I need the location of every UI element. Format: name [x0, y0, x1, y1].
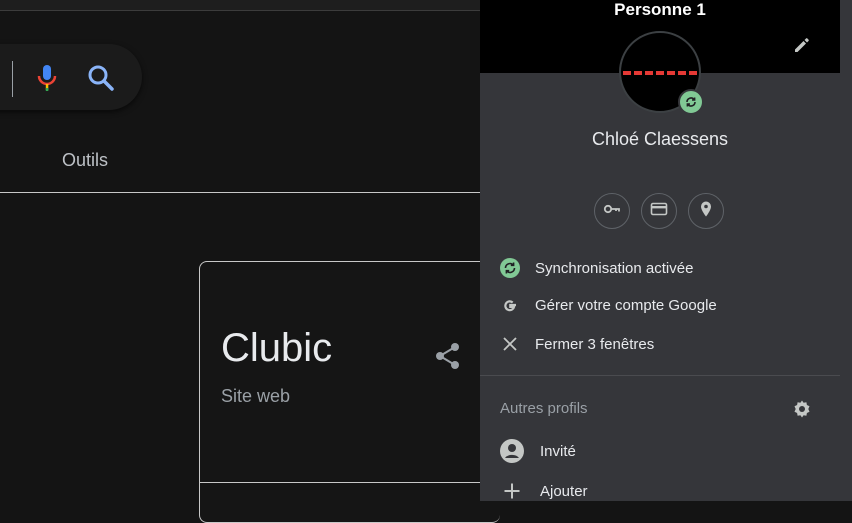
avatar-placeholder-line: [623, 71, 699, 75]
credit-card-icon: [650, 200, 668, 223]
guest-avatar-icon: [499, 438, 525, 464]
payment-methods-button[interactable]: [641, 193, 677, 229]
google-g-icon: [500, 295, 520, 315]
panel-divider: [480, 375, 840, 376]
search-text-cursor: [12, 61, 13, 97]
card-subtitle: Site web: [221, 386, 291, 406]
passwords-button[interactable]: [594, 193, 630, 229]
card-title: Clubic: [221, 326, 333, 370]
close-windows-item[interactable]: Fermer 3 fenêtres: [480, 326, 840, 362]
other-profiles-heading: Autres profils: [500, 400, 588, 417]
guest-profile-item[interactable]: Invité: [480, 433, 840, 469]
sync-badge-icon: [678, 89, 704, 115]
results-divider: [0, 192, 480, 193]
key-icon: [603, 200, 621, 223]
location-pin-icon: [697, 200, 715, 223]
search-box[interactable]: [0, 44, 142, 110]
sync-status-item[interactable]: Synchronisation activée: [480, 250, 840, 286]
manage-google-account-item[interactable]: Gérer votre compte Google: [480, 287, 840, 323]
edit-pencil-icon[interactable]: [792, 35, 812, 55]
tools-tab[interactable]: Outils: [62, 150, 108, 171]
sync-status-label: Synchronisation activée: [535, 259, 694, 277]
profile-menu: Personne 1 Chloé Claessens Synchronisati…: [480, 0, 852, 501]
profile-name: Personne 1: [614, 0, 706, 19]
user-name: Chloé Claessens: [591, 129, 729, 149]
close-icon: [500, 334, 520, 354]
share-icon[interactable]: [432, 340, 464, 372]
microphone-icon[interactable]: [34, 62, 60, 94]
gear-icon[interactable]: [792, 399, 812, 419]
add-profile-label: Ajouter: [540, 482, 588, 500]
plus-icon: [502, 481, 522, 501]
search-icon[interactable]: [86, 63, 116, 93]
guest-profile-label: Invité: [540, 442, 576, 460]
addresses-button[interactable]: [688, 193, 724, 229]
card-separator: [199, 482, 480, 483]
close-windows-label: Fermer 3 fenêtres: [535, 335, 655, 353]
manage-google-account-label: Gérer votre compte Google: [535, 296, 717, 314]
panel-scrollbar-track[interactable]: [840, 0, 852, 501]
sync-icon: [500, 258, 520, 278]
add-profile-item[interactable]: Ajouter: [480, 473, 840, 509]
